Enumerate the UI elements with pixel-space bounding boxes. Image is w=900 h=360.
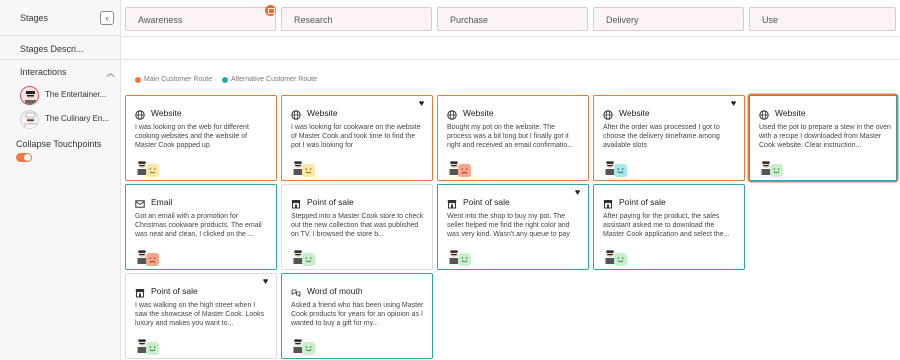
emotion-happy-icon[interactable] bbox=[458, 253, 471, 266]
emotion-happy-icon[interactable] bbox=[770, 164, 783, 177]
emotion-happy-icon[interactable] bbox=[302, 253, 315, 266]
stage-label: Awareness bbox=[138, 15, 183, 25]
touchpoint-description: After paying for the product, the sales … bbox=[603, 213, 730, 238]
globe-icon bbox=[759, 107, 769, 120]
stage-header[interactable]: Delivery bbox=[593, 7, 744, 31]
store-icon bbox=[447, 196, 457, 209]
globe-icon bbox=[135, 107, 145, 120]
touchpoint-description: Used the pot to prepare a stew in the ov… bbox=[759, 124, 891, 149]
touchpoint-card[interactable]: Point of sale Stepped into a Master Cook … bbox=[281, 184, 433, 270]
globe-icon bbox=[603, 107, 613, 120]
emotion-happy-icon[interactable] bbox=[146, 342, 159, 355]
touchpoint-card[interactable]: Website I was looking on the web for diff… bbox=[125, 95, 277, 181]
touchpoint-description: Went into the shop to buy my pot. The se… bbox=[447, 213, 570, 238]
touchpoint-description: I was walking on the high street when I … bbox=[135, 302, 265, 327]
stages-description-label: Stages Descri... bbox=[20, 44, 84, 54]
touchpoint-card[interactable]: Website I was looking for cookware on the… bbox=[281, 95, 433, 181]
touchpoint-card[interactable]: Word of mouth Asked a friend who has been… bbox=[281, 273, 433, 359]
comment-icon[interactable] bbox=[265, 5, 276, 16]
stage-label: Purchase bbox=[450, 15, 489, 25]
touchpoint-card[interactable]: Point of sale After paying for the produc… bbox=[593, 184, 745, 270]
emotion-neutral-icon[interactable] bbox=[302, 164, 315, 177]
mail-icon bbox=[135, 196, 145, 208]
persona-item[interactable]: The Entertainer... bbox=[20, 86, 120, 106]
touchpoint-title: Website bbox=[775, 108, 806, 118]
touchpoint-card[interactable]: Website After the order was processed I g… bbox=[593, 95, 745, 181]
touchpoint-title: Website bbox=[463, 108, 494, 118]
store-icon bbox=[291, 196, 301, 209]
touchpoint-card[interactable]: Email Got an email with a promotion for C… bbox=[125, 184, 277, 270]
heart-icon[interactable]: ♥ bbox=[573, 188, 582, 197]
emotion-cool-icon[interactable] bbox=[614, 164, 627, 177]
main-route-dot bbox=[135, 77, 141, 83]
stage-label: Research bbox=[294, 15, 333, 25]
touchpoint-card[interactable]: Website Used the pot to prepare a stew in… bbox=[749, 95, 897, 181]
journey-map-app: Stages ‹ Stages Descri... Interactions ︿… bbox=[0, 0, 900, 360]
persona-name: The Culinary En... bbox=[45, 114, 110, 123]
stage-header[interactable]: Purchase bbox=[437, 7, 588, 31]
touchpoint-title: Website bbox=[307, 108, 338, 118]
speech-icon bbox=[291, 285, 301, 298]
sidebar: Stages ‹ Stages Descri... Interactions ︿… bbox=[0, 0, 121, 360]
touchpoint-description: After the order was processed I got to c… bbox=[603, 124, 720, 149]
touchpoint-title: Website bbox=[151, 108, 182, 118]
touchpoint-description: Got an email with a promotion for Christ… bbox=[135, 213, 262, 238]
emotion-happy-icon[interactable] bbox=[302, 342, 315, 355]
touchpoint-title: Website bbox=[619, 108, 650, 118]
touchpoint-card[interactable]: Website Bought my pot on the website. The… bbox=[437, 95, 589, 181]
store-icon bbox=[603, 196, 613, 209]
touchpoint-title: Point of sale bbox=[619, 197, 666, 207]
stages-description-row[interactable] bbox=[122, 36, 900, 60]
chevron-up-icon[interactable]: ︿ bbox=[106, 66, 115, 79]
stage-header[interactable]: Research bbox=[281, 7, 432, 31]
heart-icon[interactable]: ♥ bbox=[729, 99, 738, 108]
emotion-happy-icon[interactable] bbox=[614, 253, 627, 266]
stage-label: Delivery bbox=[606, 15, 639, 25]
stages-label: Stages bbox=[20, 13, 49, 23]
avatar bbox=[20, 86, 39, 105]
touchpoint-card[interactable]: Point of sale Went into the shop to buy m… bbox=[437, 184, 589, 270]
touchpoint-title: Email bbox=[151, 197, 173, 207]
globe-icon bbox=[291, 107, 301, 120]
alternative-route-dot bbox=[222, 77, 228, 83]
touchpoint-title: Point of sale bbox=[307, 197, 354, 207]
chevron-left-icon[interactable]: ‹ bbox=[100, 11, 114, 25]
stages-row-header: Stages ‹ bbox=[0, 0, 121, 36]
touchpoint-description: Asked a friend who has been using Master… bbox=[291, 302, 424, 327]
stage-header[interactable]: Use bbox=[749, 7, 896, 31]
collapse-touchpoints-label: Collapse Touchpoints bbox=[16, 139, 102, 149]
persona-name: The Entertainer... bbox=[45, 90, 107, 99]
interactions-label: Interactions bbox=[20, 67, 67, 77]
stage-header[interactable]: Awareness bbox=[125, 7, 276, 31]
stage-label: Use bbox=[762, 15, 779, 25]
emotion-sad-icon[interactable] bbox=[458, 164, 471, 177]
touchpoint-title: Point of sale bbox=[463, 197, 510, 207]
touchpoint-description: I was looking on the web for different c… bbox=[135, 124, 249, 149]
store-icon bbox=[135, 285, 145, 298]
persona-item[interactable]: The Culinary En... bbox=[20, 110, 120, 130]
touchpoint-title: Point of sale bbox=[151, 286, 198, 296]
touchpoint-description: I was looking for cookware on the websit… bbox=[291, 124, 421, 149]
touchpoint-card[interactable]: Point of sale I was walking on the high s… bbox=[125, 273, 277, 359]
interactions-section: Interactions ︿ The Entertainer... The Cu… bbox=[0, 60, 121, 360]
collapse-touchpoints-toggle[interactable] bbox=[16, 153, 32, 162]
main-route-legend: Main Customer Route bbox=[144, 76, 213, 83]
heart-icon[interactable]: ♥ bbox=[417, 99, 426, 108]
touchpoint-description: Bought my pot on the website. The proces… bbox=[447, 124, 574, 149]
touchpoint-title: Word of mouth bbox=[307, 286, 363, 296]
globe-icon bbox=[447, 107, 457, 120]
emotion-neutral-icon[interactable] bbox=[146, 164, 159, 177]
emotion-sad-icon[interactable] bbox=[146, 253, 159, 266]
avatar bbox=[20, 110, 39, 129]
touchpoint-description: Stepped into a Master Cook store to chec… bbox=[291, 213, 424, 238]
alternative-route-legend: Alternative Customer Route bbox=[231, 76, 317, 83]
stages-description-row-header: Stages Descri... bbox=[0, 36, 121, 60]
heart-icon[interactable]: ♥ bbox=[261, 277, 270, 286]
